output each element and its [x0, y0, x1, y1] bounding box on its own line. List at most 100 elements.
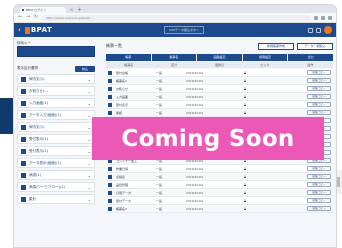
- row-checkbox[interactable]: [108, 182, 112, 187]
- lock-icon[interactable]: 🔒︎: [236, 86, 254, 91]
- lock-icon[interactable]: 🔒︎: [236, 198, 254, 203]
- chevron-down-icon[interactable]: ⌄: [88, 185, 91, 190]
- sidebar-item[interactable]: 案内文(1) ⌄: [17, 74, 95, 84]
- chevron-down-icon[interactable]: ⌄: [88, 113, 91, 118]
- column-header[interactable]: 操作: [288, 62, 333, 68]
- row-checkbox[interactable]: [108, 78, 112, 83]
- sidebar-item[interactable]: 集計 ⌄: [17, 194, 95, 204]
- table-row[interactable]: 作業日報 一般 2019/10/01 🔒︎ 編集/コピー: [106, 165, 333, 173]
- back-icon[interactable]: ‹: [18, 26, 21, 34]
- sidebar-item[interactable]: お知らせ(… ⌄: [17, 86, 95, 96]
- row-action-button[interactable]: 編集/コピー: [307, 174, 331, 179]
- row-action-button[interactable]: 編集/コピー: [307, 86, 331, 91]
- sidebar-item[interactable]: 受付表示(2) ⌄: [17, 146, 95, 156]
- sidebar-item[interactable]: 受付表示(1) ⌄: [17, 134, 95, 144]
- row-action-button[interactable]: 編集/コピー: [307, 110, 331, 115]
- back-arrow-icon[interactable]: ←: [18, 15, 23, 20]
- chevron-down-icon[interactable]: ⌄: [88, 89, 91, 94]
- lock-icon[interactable]: 🔒︎: [236, 190, 254, 195]
- table-row[interactable]: 承認 一般 2019/10/01 🔒︎ 編集/コピー: [106, 109, 333, 117]
- create-button[interactable]: 新規帳票作成: [258, 42, 294, 50]
- column-header[interactable]: 帳票名: [106, 62, 151, 68]
- row-action-button[interactable]: 編集/コピー: [307, 190, 331, 195]
- row-checkbox[interactable]: [108, 102, 112, 107]
- table-row[interactable]: 品質管理 一般 2019/10/01 🔒︎ 編集/コピー: [106, 181, 333, 189]
- row-action-button[interactable]: 編集/コピー: [307, 182, 331, 187]
- table-row[interactable]: 帳票名7 一般 2019/10/01 🔒︎ 編集/コピー: [106, 205, 333, 213]
- bookmark-icon[interactable]: [314, 15, 318, 20]
- lock-icon[interactable]: 🔒︎: [236, 102, 254, 107]
- row-action-button[interactable]: 編集/コピー: [307, 206, 331, 211]
- table-row[interactable]: 受付データ 一般 2019/10/01 🔒︎ 編集/コピー: [106, 197, 333, 205]
- forward-arrow-icon[interactable]: →: [26, 15, 31, 20]
- sidebar-item[interactable]: 案内文(1) ⌄: [17, 122, 95, 132]
- chevron-down-icon[interactable]: ⌄: [88, 77, 91, 82]
- close-tab-icon[interactable]: ×: [70, 7, 73, 13]
- chevron-down-icon[interactable]: ⌄: [88, 149, 91, 154]
- column-header[interactable]: ロック: [242, 62, 287, 68]
- table-row[interactable]: 受付表示 一般 2019/10/01 🔒︎ 編集/コピー: [106, 101, 333, 109]
- chevron-down-icon[interactable]: ⌄: [88, 173, 91, 178]
- row-action-button[interactable]: 編集/コピー: [307, 198, 331, 203]
- lock-icon[interactable]: 🔒︎: [236, 94, 254, 99]
- row-checkbox[interactable]: [108, 110, 112, 115]
- chevron-down-icon[interactable]: ⌄: [88, 125, 91, 130]
- lock-icon[interactable]: 🔒︎: [236, 206, 254, 211]
- import-button[interactable]: データ一括取込: [297, 42, 333, 50]
- url-input[interactable]: https://www.example.jp/bpat/…: [42, 14, 311, 21]
- sidebar-item[interactable]: 入力画面(1) ⌄: [17, 98, 95, 108]
- chevron-down-icon[interactable]: ⌄: [88, 137, 91, 142]
- help-icon[interactable]: [316, 27, 321, 33]
- new-tab-icon[interactable]: +: [77, 7, 81, 13]
- lock-icon[interactable]: 🔒︎: [236, 166, 254, 171]
- reload-icon[interactable]: ↻: [34, 15, 39, 20]
- row-action-button[interactable]: 編集/コピー: [307, 166, 331, 171]
- row-action-button[interactable]: 編集/コピー: [307, 70, 331, 75]
- table-row[interactable]: 入力画面 一般 2019/10/01 🔒︎ 編集/コピー: [106, 93, 333, 101]
- browser-tab[interactable]: BPAT ログイン: [20, 7, 66, 13]
- sidebar-item[interactable]: データ入力(画面)(1) ⌄: [17, 110, 95, 120]
- chevron-down-icon[interactable]: ⌄: [88, 101, 91, 106]
- table-row[interactable]: 点検表 一般 2019/10/01 🔒︎ 編集/コピー: [106, 173, 333, 181]
- row-checkbox[interactable]: [108, 174, 112, 179]
- chevron-down-icon[interactable]: ⌄: [88, 197, 91, 202]
- tab-2[interactable]: 画面設定: [197, 54, 242, 61]
- lock-icon[interactable]: 🔒︎: [236, 182, 254, 187]
- table-row[interactable]: 帳票名1 一般 2019/10/01 🔒︎ 編集/コピー: [106, 77, 333, 85]
- row-checkbox[interactable]: [108, 206, 112, 211]
- row-checkbox[interactable]: [108, 166, 112, 171]
- row-checkbox[interactable]: [108, 86, 112, 91]
- lock-icon[interactable]: 🔒︎: [236, 174, 254, 179]
- row-checkbox[interactable]: [108, 198, 112, 203]
- row-checkbox[interactable]: [108, 94, 112, 99]
- row-checkbox[interactable]: [108, 190, 112, 195]
- tab-4[interactable]: 出力: [288, 54, 333, 61]
- tab-0[interactable]: 帳票: [106, 54, 151, 61]
- row-action-button[interactable]: 編集/コピー: [307, 94, 331, 99]
- sidebar-item[interactable]: データ表示(画面)(1) ⌄: [17, 158, 95, 168]
- extension-icon[interactable]: [321, 15, 325, 20]
- row-action-button[interactable]: 編集/コピー: [307, 102, 331, 107]
- notification-icon[interactable]: [308, 27, 313, 33]
- tab-3[interactable]: 権限設定: [242, 54, 288, 61]
- main-toolbar: 帳票一覧 新規帳票作成 データ一括取込: [106, 41, 333, 51]
- row-checkbox[interactable]: [108, 70, 112, 75]
- search-input[interactable]: [17, 46, 95, 57]
- tab-1[interactable]: 帳票名: [151, 54, 197, 61]
- table-row[interactable]: お知らせ 一般 2019/10/01 🔒︎ 編集/コピー: [106, 85, 333, 93]
- header-title[interactable]: CSVデータ取込ボタン: [164, 26, 204, 34]
- table-row[interactable]: 日報データ 一般 2019/10/01 🔒︎ 編集/コピー: [106, 189, 333, 197]
- column-header[interactable]: 更新日: [197, 62, 242, 68]
- lock-icon[interactable]: 🔒︎: [236, 78, 254, 83]
- menu-icon[interactable]: [328, 15, 332, 20]
- lock-icon[interactable]: 🔒︎: [236, 110, 254, 115]
- sidebar-item[interactable]: 承認(1) ⌄: [17, 170, 95, 180]
- lock-icon[interactable]: 🔒︎: [236, 70, 254, 75]
- row-action-button[interactable]: 編集/コピー: [307, 78, 331, 83]
- filter-button[interactable]: 絞込: [75, 65, 95, 72]
- sidebar-item[interactable]: 承認(ワークフロー)(1) ⌄: [17, 182, 95, 192]
- chevron-down-icon[interactable]: ⌄: [88, 161, 91, 166]
- column-header[interactable]: 区分: [151, 62, 196, 68]
- avatar[interactable]: [324, 26, 332, 34]
- table-row[interactable]: 受付台帳 一般 2019/10/01 🔒︎ 編集/コピー: [106, 69, 333, 77]
